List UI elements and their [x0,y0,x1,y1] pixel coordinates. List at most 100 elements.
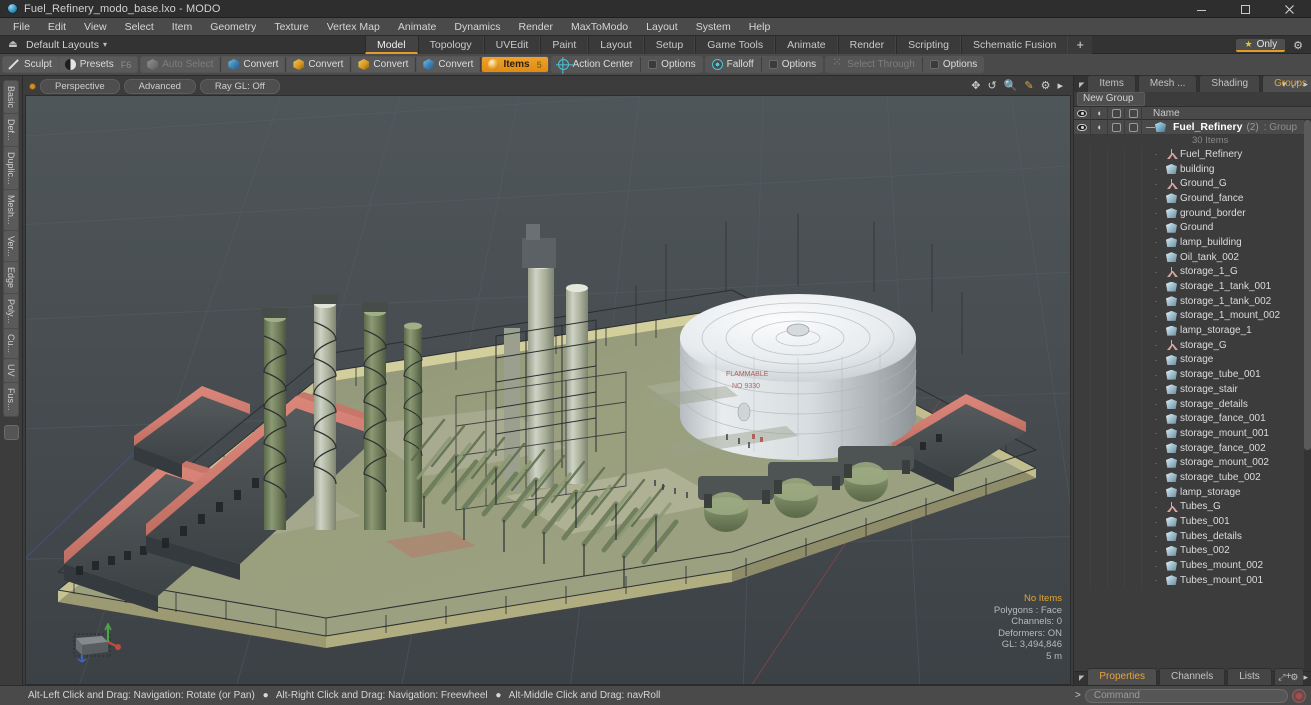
row-lock-toggle[interactable] [1108,514,1125,529]
menu-item[interactable]: Item [163,19,201,35]
zoom-icon[interactable]: 🔍 [1004,79,1018,92]
row-shade-toggle[interactable] [1125,279,1142,294]
menu-layout[interactable]: Layout [637,19,687,35]
list-item[interactable]: · Tubes_G [1074,499,1311,515]
row-render-toggle[interactable] [1091,543,1108,559]
list-item[interactable]: · storage_mount_001 [1074,426,1311,441]
row-visibility-toggle[interactable] [1074,543,1091,559]
row-render-toggle[interactable] [1091,337,1108,353]
row-render-toggle[interactable] [1091,147,1108,162]
row-shade-toggle[interactable] [1125,367,1142,382]
settings-icon[interactable]: ⚙ [1041,79,1051,92]
row-render-toggle[interactable] [1091,411,1108,427]
row-visibility-toggle[interactable] [1074,367,1091,382]
tab-properties[interactable]: Properties [1087,668,1157,685]
viewport-projection-selector[interactable]: Perspective [40,78,120,94]
checkbox-icon[interactable] [768,60,778,69]
list-item[interactable]: · storage_mount_002 [1074,455,1311,471]
row-visibility-toggle[interactable] [1074,264,1091,280]
menu-maxtomodo[interactable]: MaxToModo [562,19,637,35]
row-render-toggle[interactable] [1091,279,1108,294]
row-lock-toggle[interactable] [1108,382,1125,397]
row-lock-toggle[interactable] [1108,352,1125,368]
row-lock-toggle[interactable] [1108,205,1125,221]
left-tab-mesh[interactable]: Mesh... [4,190,18,230]
row-shade-toggle[interactable] [1125,426,1142,441]
row-lock-toggle[interactable] [1108,220,1125,236]
row-shade-toggle[interactable] [1125,147,1142,162]
group-visibility-toggle[interactable] [1074,120,1091,134]
row-render-toggle[interactable] [1091,470,1108,485]
row-lock-toggle[interactable] [1108,426,1125,441]
menu-system[interactable]: System [687,19,740,35]
list-item[interactable]: · storage_1_tank_002 [1074,293,1311,309]
row-visibility-toggle[interactable] [1074,279,1091,294]
row-shade-toggle[interactable] [1125,235,1142,250]
row-visibility-toggle[interactable] [1074,205,1091,221]
list-item[interactable]: · ground_border [1074,205,1311,221]
row-render-toggle[interactable] [1091,382,1108,397]
tab-game-tools[interactable]: Game Tools [695,36,776,54]
list-item[interactable]: · storage_1_G [1074,264,1311,280]
left-tab-uv[interactable]: UV [4,359,18,382]
row-visibility-toggle[interactable] [1074,308,1091,324]
expand-icon[interactable]: ⤢ [1291,79,1298,90]
row-shade-toggle[interactable] [1125,205,1142,221]
list-item[interactable]: · Tubes_details [1074,528,1311,544]
row-lock-toggle[interactable] [1108,235,1125,250]
list-item[interactable]: · storage_G [1074,337,1311,353]
tab-topology[interactable]: Topology [417,36,484,54]
row-render-toggle[interactable] [1091,191,1108,206]
viewport-raygl-selector[interactable]: Ray GL: Off [199,78,280,94]
row-lock-toggle[interactable] [1108,337,1125,353]
row-visibility-toggle[interactable] [1074,323,1091,338]
row-lock-toggle[interactable] [1108,455,1125,471]
left-tab-basic[interactable]: Basic [4,81,18,114]
row-shade-toggle[interactable] [1125,161,1142,177]
list-item[interactable]: · Ground_G [1074,176,1311,192]
gear-icon[interactable]: ⚙ [1290,672,1298,683]
list-item[interactable]: · Tubes_001 [1074,514,1311,529]
row-visibility-toggle[interactable] [1074,293,1091,309]
item-list-scrollbar[interactable] [1304,120,1311,671]
menu-geometry[interactable]: Geometry [201,19,265,35]
list-item[interactable]: · storage_stair [1074,382,1311,397]
list-item[interactable]: · lamp_storage [1074,484,1311,500]
row-shade-toggle[interactable] [1125,514,1142,529]
chevron-down-icon[interactable]: ▾ [103,40,107,49]
row-shade-toggle[interactable] [1125,337,1142,353]
row-lock-toggle[interactable] [1108,543,1125,559]
row-lock-toggle[interactable] [1108,572,1125,588]
list-item[interactable]: · Ground_fance [1074,191,1311,206]
group-header-row[interactable]: ◖ Fuel_Refinery (2) : Group [1074,120,1311,135]
row-lock-toggle[interactable] [1108,249,1125,265]
menu-help[interactable]: Help [740,19,780,35]
row-shade-toggle[interactable] [1125,191,1142,206]
row-visibility-toggle[interactable] [1074,396,1091,412]
rotate-icon[interactable]: ↺ [987,79,996,92]
menu-file[interactable]: File [4,19,39,35]
list-item[interactable]: · building [1074,161,1311,177]
row-visibility-toggle[interactable] [1074,499,1091,515]
row-lock-toggle[interactable] [1108,470,1125,485]
menu-animate[interactable]: Animate [389,19,446,35]
group-render-toggle[interactable]: ◖ [1091,120,1108,134]
minimize-icon[interactable] [1179,0,1223,18]
row-render-toggle[interactable] [1091,484,1108,500]
row-visibility-toggle[interactable] [1074,558,1091,573]
presets-button[interactable]: Presets F6 [58,57,138,72]
3d-viewport[interactable]: FLAMMABLE NO 9330 No Items Polygons: Fa… [25,95,1071,685]
row-render-toggle[interactable] [1091,308,1108,324]
list-item[interactable]: · storage_tube_002 [1074,470,1311,485]
row-shade-toggle[interactable] [1125,220,1142,236]
row-visibility-toggle[interactable] [1074,426,1091,441]
convert-edges-button[interactable]: Convert [287,57,350,72]
command-input[interactable]: Command [1084,688,1288,703]
left-tab-deform[interactable]: Def... [4,114,18,146]
tab-mesh[interactable]: Mesh ... [1137,75,1198,92]
row-visibility-toggle[interactable] [1074,528,1091,544]
sculpt-button[interactable]: Sculpt [3,57,58,72]
viewport-shading-selector[interactable]: Advanced [123,78,196,94]
row-lock-toggle[interactable] [1108,411,1125,427]
list-item[interactable]: · lamp_storage_1 [1074,323,1311,338]
